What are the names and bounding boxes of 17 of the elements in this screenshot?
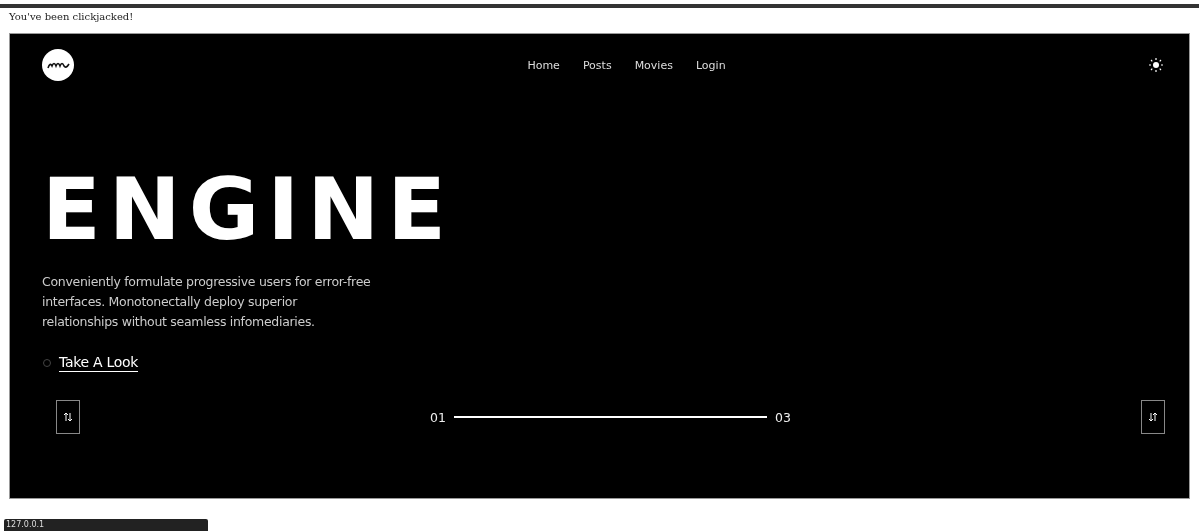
down-up-arrows-icon xyxy=(1149,412,1157,422)
up-down-arrows-icon xyxy=(64,412,72,422)
logo-icon[interactable] xyxy=(42,49,74,81)
nav-link[interactable]: Login xyxy=(695,58,726,72)
current-slide-number: 01 xyxy=(430,409,446,425)
next-button[interactable] xyxy=(1141,400,1165,434)
nav-link[interactable]: Home xyxy=(527,58,560,72)
hero-title: ENGINE xyxy=(42,164,456,254)
previous-button[interactable] xyxy=(56,400,80,434)
nav-link[interactable]: Movies xyxy=(634,58,673,72)
hero-description: Conveniently formulate progressive users for error-free interfaces. Monotonectally deploy superior relationships without seamless infomediaries. xyxy=(42,273,372,331)
take-a-look-link[interactable]: Take A Look xyxy=(59,354,138,372)
nav-link[interactable]: Posts xyxy=(582,58,612,72)
status-url: 127.0.0.1 xyxy=(4,519,208,531)
sun-icon[interactable] xyxy=(1149,58,1163,72)
total-slide-number: 03 xyxy=(775,409,791,425)
message-text: You've been clickjacked! xyxy=(9,10,135,23)
